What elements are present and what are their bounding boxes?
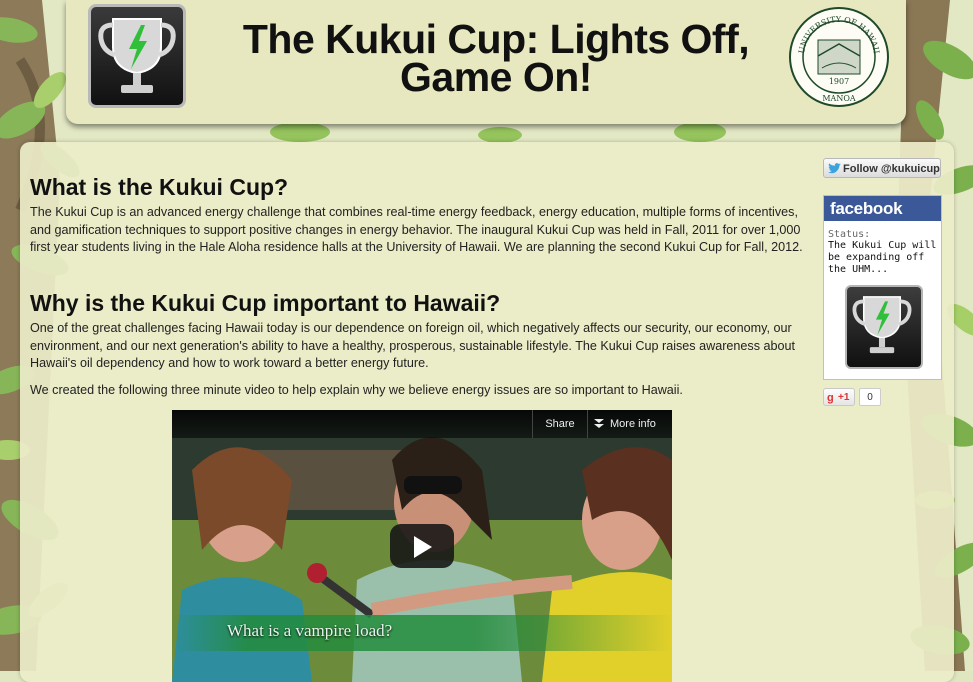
twitter-follow-label: Follow @kukuicup: [843, 163, 940, 175]
section-heading-what: What is the Kukui Cup?: [30, 174, 289, 200]
google-plus-count: 0: [859, 388, 881, 406]
play-icon: [414, 536, 432, 558]
video-more-info-button[interactable]: More info: [586, 410, 672, 438]
university-seal-icon: UNIVERSITY OF HAWAII 1907 MANOA: [789, 7, 889, 107]
trophy-logo-icon[interactable]: [88, 4, 186, 108]
section-heading-why: Why is the Kukui Cup important to Hawaii…: [30, 290, 501, 316]
site-header: The Kukui Cup: Lights Off, Game On! UNIV…: [66, 0, 906, 124]
google-plus-icon: g: [827, 392, 834, 404]
facebook-status-label: Status:: [828, 229, 871, 240]
content-panel: What is the Kukui Cup? The Kukui Cup is …: [20, 142, 954, 682]
seal-text-bottom: MANOA: [822, 94, 856, 103]
video-toolbar: Share More info: [172, 410, 672, 438]
google-plus-one-button[interactable]: g +1: [823, 388, 855, 406]
facebook-brand: facebook: [824, 196, 941, 221]
facebook-trophy-logo-icon[interactable]: [845, 285, 923, 369]
video-caption-bar: What is a vampire load?: [172, 615, 672, 651]
twitter-bird-icon: [828, 163, 841, 174]
google-plus-label: +1: [838, 392, 850, 403]
facebook-widget[interactable]: facebook Status: The Kukui Cup will be e…: [823, 195, 942, 380]
video-more-info-label: More info: [610, 418, 656, 430]
section-paragraph-why: One of the great challenges facing Hawai…: [30, 321, 796, 370]
twitter-follow-button[interactable]: Follow @kukuicup: [823, 158, 941, 178]
page-title: The Kukui Cup: Lights Off, Game On!: [242, 16, 750, 100]
video-share-button[interactable]: Share: [532, 410, 588, 438]
video-player[interactable]: Share More info What is a vampire load?: [172, 410, 672, 682]
facebook-status-text[interactable]: The Kukui Cup will be expanding off the …: [828, 240, 937, 276]
video-play-button[interactable]: [390, 524, 454, 568]
video-caption: What is a vampire load?: [227, 621, 393, 640]
section-paragraph-what: The Kukui Cup is an advanced energy chal…: [30, 205, 803, 254]
seal-year: 1907: [829, 77, 849, 86]
more-info-icon: [594, 419, 604, 428]
video-intro-paragraph: We created the following three minute vi…: [30, 383, 683, 397]
